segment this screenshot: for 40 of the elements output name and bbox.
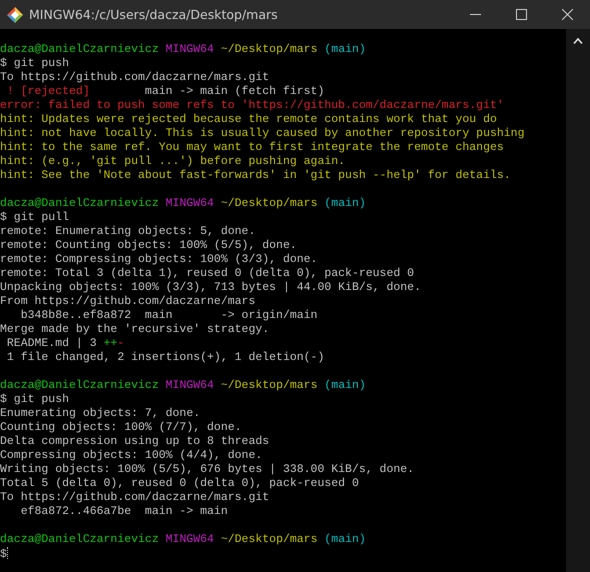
terminal-line: Writing objects: 100% (5/5), 676 bytes | 338.00 KiB/s, done.	[0, 463, 414, 477]
terminal-line: remote: Total 3 (delta 1), reused 0 (delta 0), pack-reused 0	[0, 267, 414, 281]
terminal-line: Counting objects: 100% (7/7), done.	[0, 421, 242, 435]
terminal-line: remote: Compressing objects: 100% (3/3), done.	[0, 253, 318, 267]
terminal-line: Enumerating objects: 7, done.	[0, 407, 200, 421]
terminal-line: Unpacking objects: 100% (3/3), 713 bytes | 44.00 KiB/s, done.	[0, 281, 421, 295]
terminal-line: hint: (e.g., 'git pull ...') before pushing again.	[0, 155, 346, 169]
terminal-line: remote: Enumerating objects: 5, done.	[0, 225, 256, 239]
terminal-line: To https://github.com/daczarne/mars.git	[0, 71, 270, 85]
terminal-line: To https://github.com/daczarne/mars.git	[0, 491, 270, 505]
terminal-line: $ git push	[0, 57, 70, 71]
terminal-line: $ git push	[0, 393, 70, 407]
terminal-line: error: failed to push some refs to 'https://github.com/daczarne/mars.git'	[0, 99, 504, 113]
terminal-line: Compressing objects: 100% (4/4), done.	[0, 449, 262, 463]
terminal-line: Merge made by the 'recursive' strategy.	[0, 323, 270, 337]
terminal-line: hint: Updates were rejected because the remote contains work that you do	[0, 113, 497, 127]
terminal-line: 1 file changed, 2 insertions(+), 1 deletion(-)	[6, 351, 324, 365]
terminal-line: ef8a872..466a7be main -> main	[20, 505, 228, 519]
scrollbar[interactable]	[566, 29, 590, 572]
terminal-line: ! [rejected] main -> main (fetch first)	[6, 85, 324, 99]
terminal-line: dacza@DanielCzarnievicz MINGW64 ~/Desktop/mars (main)	[0, 533, 366, 547]
terminal-line: Total 5 (delta 0), reused 0 (delta 0), pack-reused 0	[0, 477, 359, 491]
maximize-icon[interactable]	[516, 9, 526, 20]
terminal-line: Delta compression using up to 8 threads	[0, 435, 270, 449]
terminal-line: hint: to the same ref. You may want to first integrate the remote changes	[0, 141, 504, 155]
terminal-line: dacza@DanielCzarnievicz MINGW64 ~/Desktop/mars (main)	[0, 379, 366, 393]
terminal-line: $ git pull	[0, 211, 70, 225]
terminal-line: $	[0, 547, 8, 561]
window-title: MINGW64:/c/Users/dacza/Desktop/mars	[29, 7, 279, 22]
terminal-line: remote: Counting objects: 100% (5/5), done.	[0, 239, 297, 253]
terminal-line: b348b8e..ef8a872 main -> origin/main	[20, 309, 318, 323]
terminal-line: README.md | 3 ++-	[6, 337, 124, 351]
close-icon[interactable]	[562, 9, 572, 20]
terminal-line: hint: See the 'Note about fast-forwards' in 'git push --help' for details.	[0, 169, 511, 183]
scroll-up-icon[interactable]	[573, 37, 583, 45]
terminal-line: hint: not have locally. This is usually caused by another repository pushing	[0, 127, 524, 141]
terminal-line: dacza@DanielCzarnievicz MINGW64 ~/Desktop/mars (main)	[0, 197, 366, 211]
terminal-line: From https://github.com/daczarne/mars	[0, 295, 256, 309]
app-logo-icon	[7, 6, 23, 22]
terminal-line: dacza@DanielCzarnievicz MINGW64 ~/Desktop/mars (main)	[0, 43, 366, 57]
